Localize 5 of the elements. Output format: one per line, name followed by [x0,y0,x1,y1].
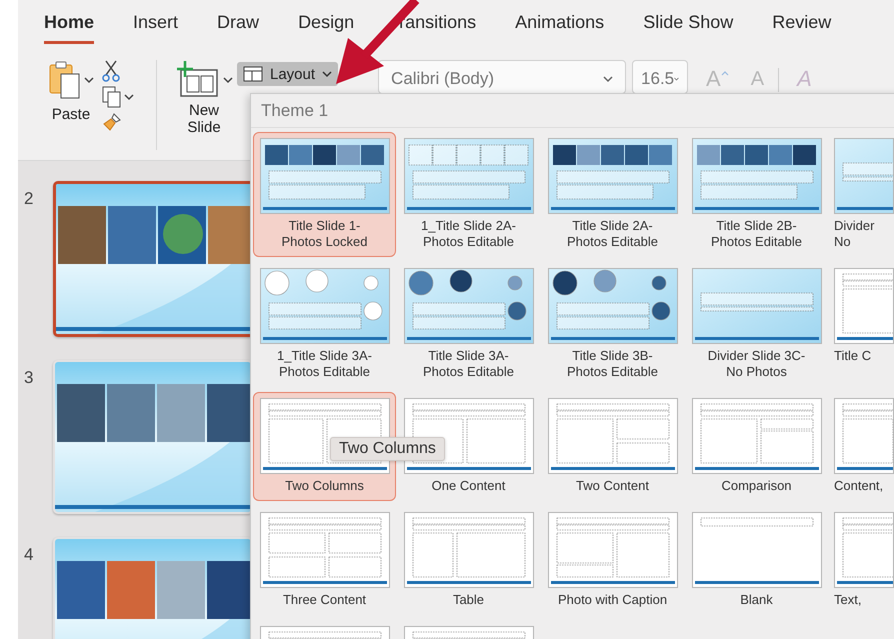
slide-number: 3 [23,367,34,389]
slide-number: 4 [23,544,34,566]
gallery-heading: Theme 1 [261,100,328,120]
slide-number: 2 [23,188,34,210]
tooltip: Two Columns [330,437,445,461]
